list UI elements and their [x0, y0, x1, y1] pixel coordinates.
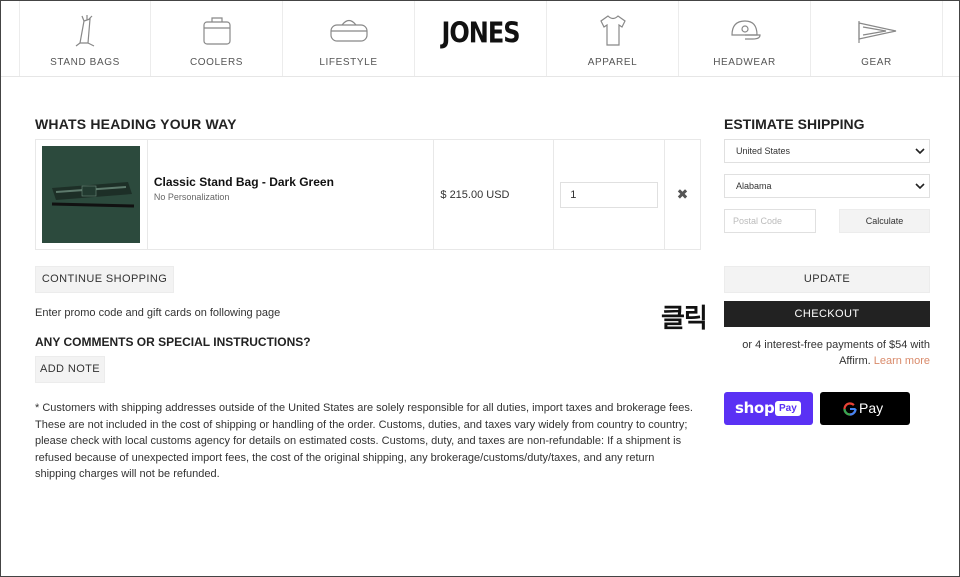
- affirm-text: or 4 interest-free payments of $54 with: [742, 339, 930, 351]
- jones-logo: JONES: [441, 16, 520, 50]
- cart-heading: WHATS HEADING YOUR WAY: [35, 116, 237, 132]
- nav-item-apparel[interactable]: APPAREL: [547, 1, 679, 76]
- comments-heading: ANY COMMENTS OR SPECIAL INSTRUCTIONS?: [35, 335, 311, 349]
- product-personalization: No Personalization: [153, 192, 230, 202]
- product-info-cell: Classic Stand Bag - Dark Green No Person…: [148, 140, 435, 249]
- affirm-brand: Affirm.: [839, 355, 871, 367]
- nav-item-gear[interactable]: GEAR: [811, 1, 943, 76]
- affirm-message: or 4 interest-free payments of $54 with …: [710, 337, 930, 369]
- quantity-input[interactable]: 1: [560, 182, 659, 208]
- chevron-down-icon: [915, 183, 925, 190]
- nav-item-headwear[interactable]: HEADWEAR: [679, 1, 811, 76]
- postal-code-input[interactable]: Postal Code: [724, 209, 816, 233]
- shop-pay-button[interactable]: shop Pay: [724, 392, 813, 425]
- product-price: $ 215.00 USD: [440, 189, 510, 201]
- nav-item-coolers[interactable]: COOLERS: [151, 1, 283, 76]
- product-image[interactable]: [42, 146, 140, 243]
- nav-label: GEAR: [861, 57, 892, 68]
- shop-pay-label: shop: [735, 399, 775, 417]
- top-nav: STAND BAGS COOLERS LIFESTYLE JONES APPAR…: [1, 1, 959, 77]
- state-value: Alabama: [736, 181, 772, 191]
- chevron-down-icon: [915, 148, 925, 155]
- nav-label: COOLERS: [189, 57, 244, 68]
- pennant-icon: [857, 21, 896, 43]
- country-value: United States: [736, 146, 791, 156]
- product-title[interactable]: Classic Stand Bag - Dark Green: [154, 175, 334, 189]
- click-annotation: 클릭: [661, 304, 708, 334]
- remove-item-icon[interactable]: ✖: [665, 186, 700, 203]
- country-select[interactable]: United States: [724, 139, 930, 163]
- shop-pay-badge: Pay: [775, 401, 801, 416]
- product-image-cell: [36, 140, 148, 249]
- golf-bag-icon: [75, 15, 95, 47]
- estimate-shipping-heading: ESTIMATE SHIPPING: [724, 116, 865, 132]
- nav-label: APPAREL: [587, 57, 638, 68]
- product-price-cell: $ 215.00 USD: [434, 140, 555, 249]
- cooler-icon: [202, 17, 231, 45]
- nav-label: HEADWEAR: [713, 57, 776, 68]
- nav-item-stand-bags[interactable]: STAND BAGS: [19, 1, 151, 76]
- duffel-bag-icon: [329, 19, 368, 42]
- nav-label: STAND BAGS: [50, 57, 120, 68]
- cart-table: Classic Stand Bag - Dark Green No Person…: [35, 139, 701, 250]
- google-pay-label: Pay: [859, 400, 884, 416]
- checkout-button[interactable]: CHECKOUT: [724, 301, 930, 327]
- calculate-button[interactable]: Calculate: [839, 209, 930, 233]
- add-note-button[interactable]: ADD NOTE: [35, 356, 105, 383]
- nav-label: LIFESTYLE: [319, 57, 378, 68]
- quantity-cell: 1: [554, 140, 666, 249]
- nav-logo-jones[interactable]: JONES: [415, 1, 547, 76]
- customs-notice: * Customers with shipping addresses outs…: [35, 402, 693, 481]
- google-g-icon: [843, 402, 857, 416]
- update-button[interactable]: UPDATE: [724, 266, 930, 293]
- cap-icon: [730, 20, 761, 40]
- nav-item-lifestyle[interactable]: LIFESTYLE: [283, 1, 415, 76]
- promo-text: Enter promo code and gift cards on follo…: [35, 307, 281, 319]
- google-pay-button[interactable]: Pay: [820, 392, 910, 425]
- continue-shopping-button[interactable]: CONTINUE SHOPPING: [35, 266, 174, 293]
- state-select[interactable]: Alabama: [724, 174, 930, 198]
- remove-cell: ✖: [665, 140, 700, 249]
- learn-more-link[interactable]: Learn more: [874, 355, 930, 367]
- tshirt-icon: [599, 15, 626, 46]
